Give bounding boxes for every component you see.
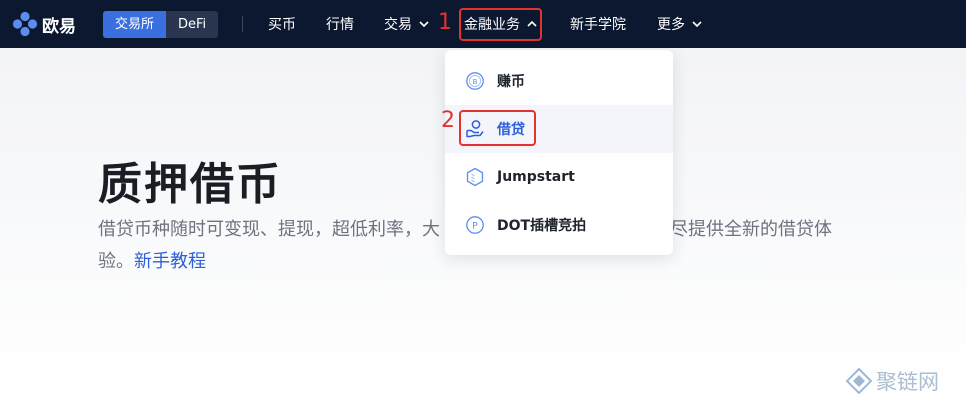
annotation-box-loan <box>459 110 536 146</box>
menu-item-earn[interactable]: B 赚币 <box>445 57 673 105</box>
nav-item-label: 更多 <box>657 17 685 33</box>
nav-item-label: 行情 <box>326 17 354 33</box>
page-title: 质押借币 <box>98 159 282 210</box>
menu-item-label: DOT插槽竞拍 <box>497 218 587 234</box>
annotation-box-finance <box>459 8 542 41</box>
brand[interactable]: 欧易 <box>12 11 76 37</box>
finance-dropdown-menu: B 赚币 借贷 Jumpstart P DOT插槽竞拍 <box>445 50 673 255</box>
svg-text:P: P <box>472 222 478 232</box>
svg-text:B: B <box>473 78 478 86</box>
coin-icon: B <box>466 72 484 90</box>
brand-name: 欧易 <box>42 16 76 37</box>
mode-switch: 交易所 DeFi <box>103 11 219 38</box>
nav-item-buy-crypto[interactable]: 买币 <box>268 0 296 48</box>
dot-icon: P <box>466 216 484 234</box>
hero-description-prefix: 验。 <box>98 251 134 272</box>
tab-exchange[interactable]: 交易所 <box>103 11 167 38</box>
jumpstart-icon <box>466 167 484 187</box>
watermark: 聚链网 <box>846 366 939 396</box>
tutorial-link[interactable]: 新手教程 <box>134 251 206 272</box>
nav-item-trade[interactable]: 交易 <box>384 0 429 48</box>
okx-logo-icon <box>12 11 38 37</box>
watermark-logo-icon <box>846 368 872 394</box>
chevron-down-icon <box>419 21 429 28</box>
nav-item-markets[interactable]: 行情 <box>326 0 354 48</box>
nav-item-academy[interactable]: 新手学院 <box>570 0 626 48</box>
annotation-number-2: 2 <box>441 108 455 133</box>
nav-divider <box>242 16 243 32</box>
menu-item-jumpstart[interactable]: Jumpstart <box>445 153 673 201</box>
menu-item-label: Jumpstart <box>497 169 575 185</box>
annotation-number-1: 1 <box>438 10 452 35</box>
menu-item-label: 赚币 <box>497 74 525 90</box>
tab-defi[interactable]: DeFi <box>166 11 218 38</box>
nav-item-label: 新手学院 <box>570 17 626 33</box>
chevron-down-icon <box>692 21 702 28</box>
hero-description-text: 借贷币种随时可变现、提现，超低利率，大 <box>98 219 440 240</box>
nav-item-more[interactable]: 更多 <box>657 0 702 48</box>
hero-description-tail: 尽提供全新的借贷体 <box>670 219 832 240</box>
nav-item-label: 买币 <box>268 17 296 33</box>
watermark-text: 聚链网 <box>876 370 939 394</box>
nav-item-label: 交易 <box>384 17 412 33</box>
menu-item-dot-auction[interactable]: P DOT插槽竞拍 <box>445 201 673 249</box>
